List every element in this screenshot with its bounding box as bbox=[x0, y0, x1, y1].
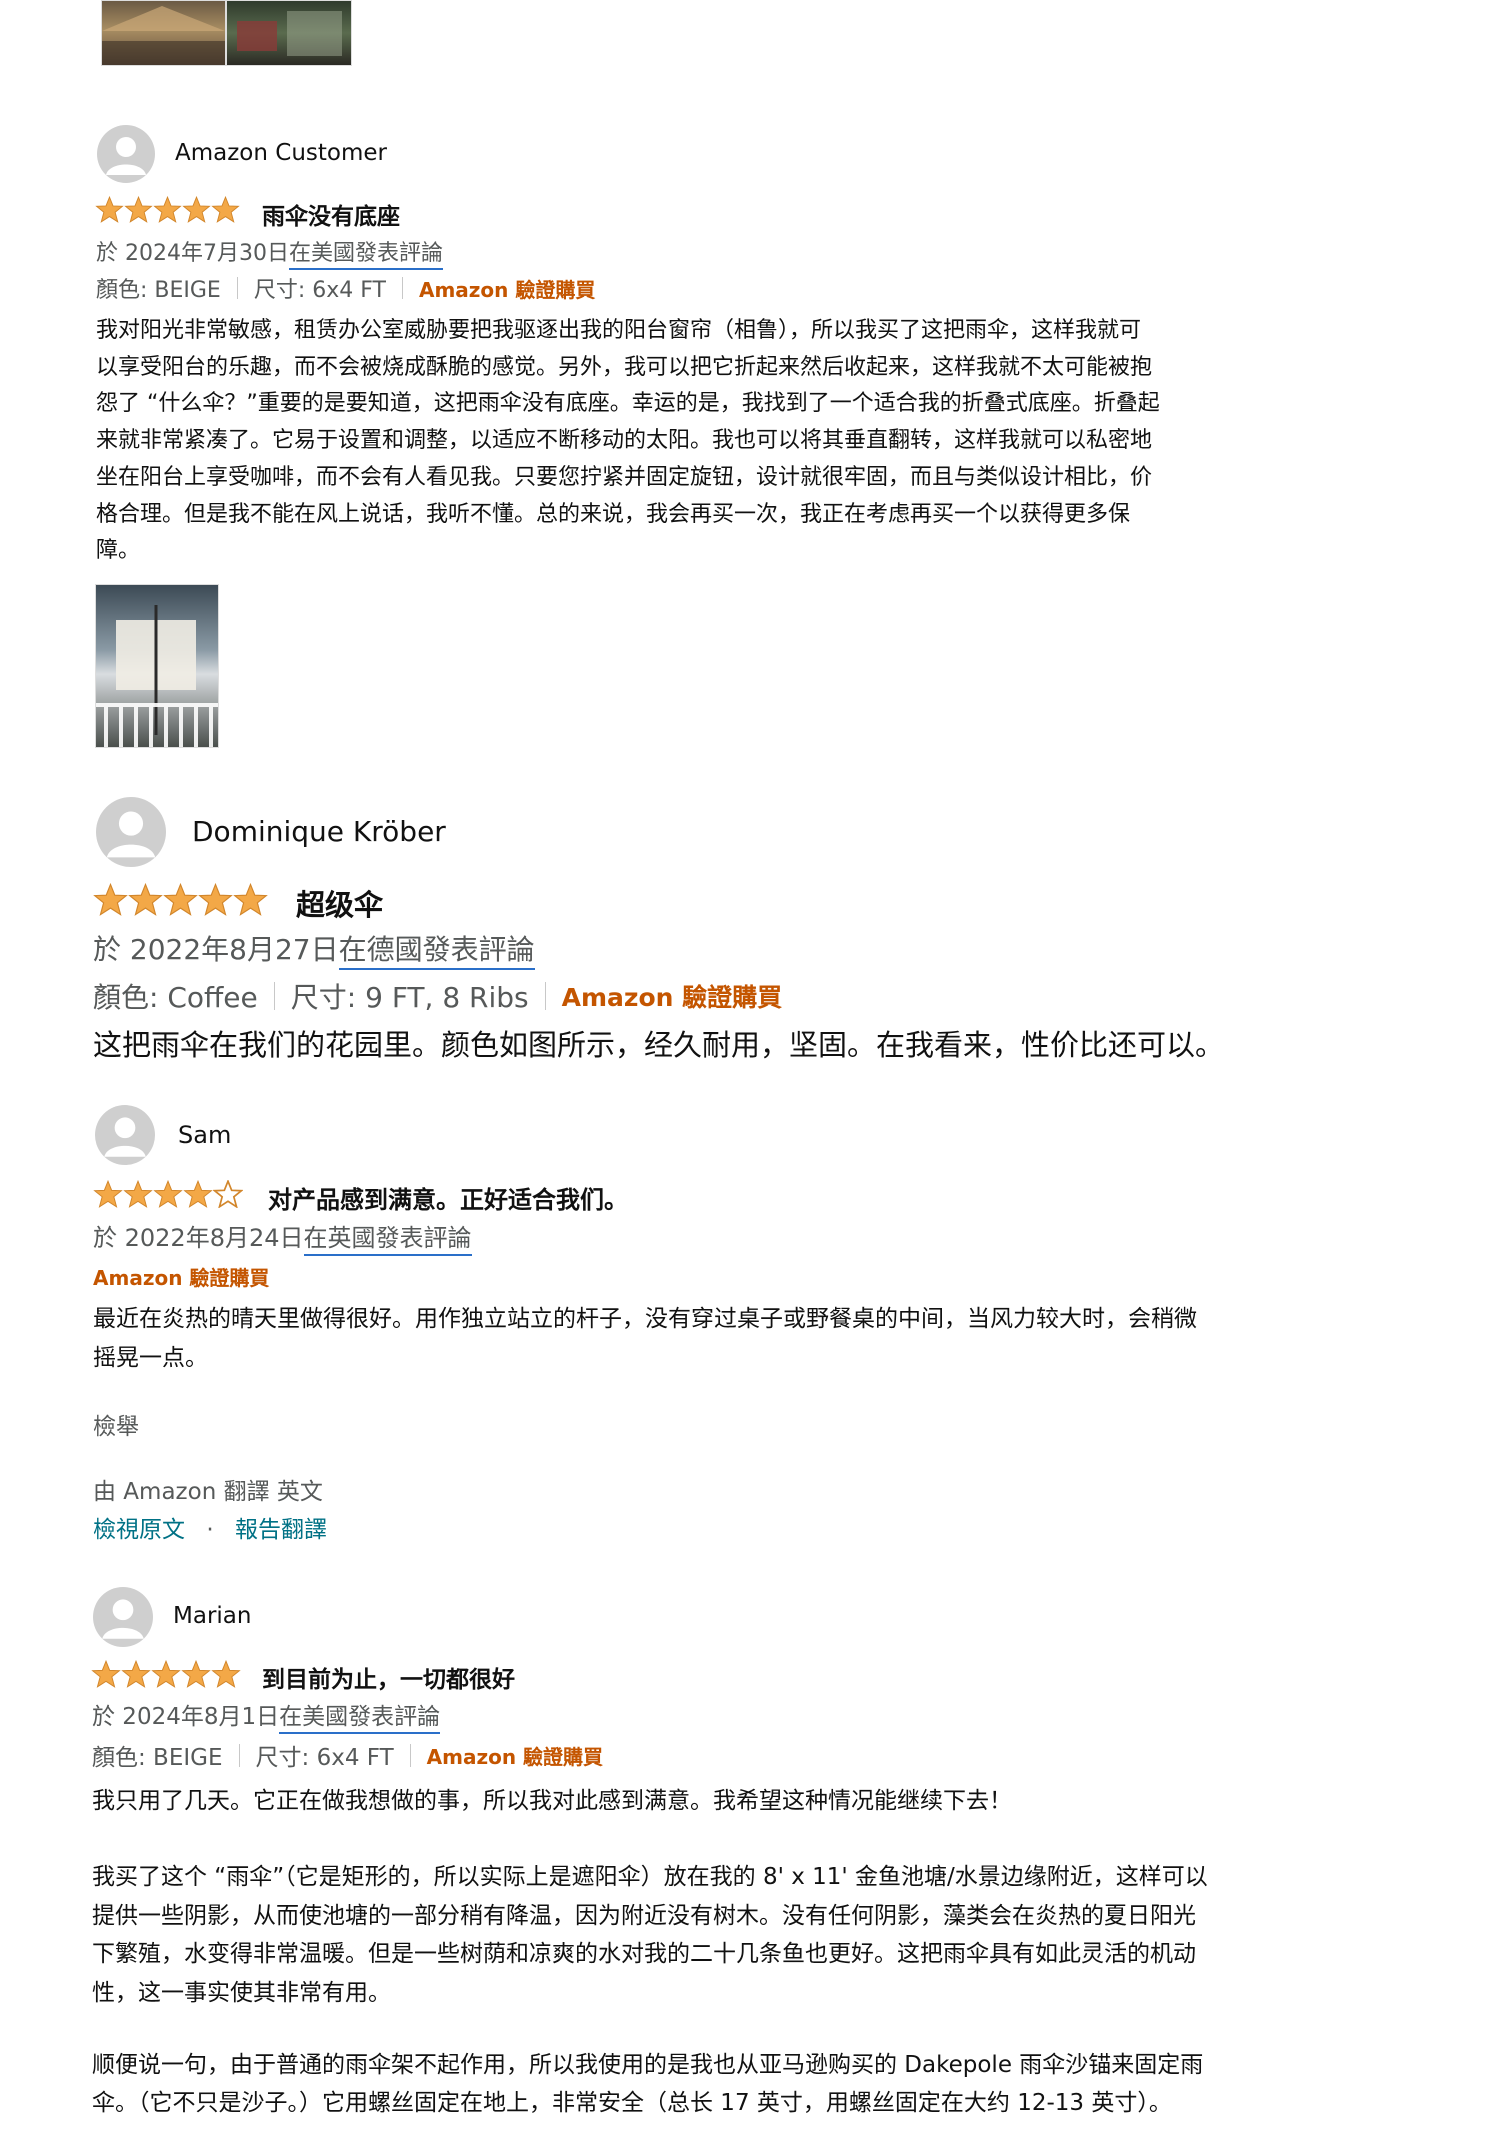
divider bbox=[544, 982, 546, 1010]
review-date-text: 於 2022年8月24日 bbox=[93, 1224, 304, 1252]
star-icon bbox=[124, 196, 153, 223]
verified-purchase-badge: Amazon 驗證購買 bbox=[561, 983, 783, 1012]
review-photo-thumbnail[interactable] bbox=[95, 584, 219, 748]
review-date-text: 於 2024年8月1日 bbox=[92, 1704, 280, 1730]
star-icon bbox=[183, 1180, 213, 1208]
star-icon bbox=[211, 196, 240, 223]
translation-links: 檢視原文 · 報告翻譯 bbox=[93, 1510, 327, 1544]
user-icon bbox=[102, 1599, 144, 1639]
reviewer-name[interactable]: Marian bbox=[173, 1603, 251, 1629]
review-variant-info: 顏色: Coffee 尺寸: 9 FT, 8 Ribs Amazon 驗證購買 bbox=[93, 976, 782, 1016]
review-headline[interactable]: 超级伞 bbox=[296, 882, 383, 924]
separator-dot: · bbox=[206, 1517, 214, 1543]
review-variant-info: 顏色: BEIGE 尺寸: 6x4 FT Amazon 驗證購買 bbox=[96, 272, 595, 304]
star-icon bbox=[153, 196, 182, 223]
star-icon bbox=[233, 883, 268, 916]
star-icon bbox=[198, 883, 233, 916]
verified-purchase-badge: Amazon 驗證購買 bbox=[418, 277, 596, 302]
variant-size[interactable]: 尺寸: 6x4 FT bbox=[256, 1738, 394, 1772]
star-icon bbox=[151, 1660, 181, 1688]
review-body-paragraph: 我买了这个 “雨伞”（它是矩形的，所以实际上是遮阳伞）放在我的 8' x 11'… bbox=[92, 1864, 1208, 2006]
review-body-paragraph: 顺便说一句，由于普通的雨伞架不起作用，所以我使用的是我也从亚马逊购买的 Dake… bbox=[92, 2052, 1204, 2116]
user-icon bbox=[106, 137, 146, 175]
star-rating bbox=[91, 1660, 241, 1688]
review-date-text: 於 2024年7月30日 bbox=[96, 241, 289, 266]
divider bbox=[409, 1743, 411, 1767]
review-date: 於 2022年8月27日在德國發表評論 bbox=[93, 928, 535, 970]
star-rating bbox=[93, 1180, 243, 1208]
variant-size[interactable]: 尺寸: 6x4 FT bbox=[254, 272, 386, 304]
verified-purchase-badge: Amazon 驗證購買 bbox=[93, 1266, 270, 1290]
review-headline[interactable]: 雨伞没有底座 bbox=[262, 197, 400, 231]
variant-color[interactable]: 顏色: BEIGE bbox=[96, 272, 221, 304]
divider bbox=[401, 277, 403, 299]
review-headline[interactable]: 到目前为止，一切都很好 bbox=[262, 1660, 515, 1694]
review-date: 於 2022年8月24日在英國發表評論 bbox=[93, 1218, 472, 1256]
divider bbox=[238, 1743, 240, 1767]
reviewer-name[interactable]: Sam bbox=[178, 1121, 231, 1149]
review-variant-info: 顏色: BEIGE 尺寸: 6x4 FT Amazon 驗證購買 bbox=[92, 1738, 603, 1772]
review-date-text: 於 2022年8月27日 bbox=[93, 933, 339, 966]
user-icon bbox=[104, 1117, 146, 1157]
star-rating bbox=[95, 196, 240, 223]
review-location: 在美國發表評論 bbox=[279, 1704, 441, 1734]
star-icon bbox=[91, 1660, 121, 1688]
review-location: 在英國發表評論 bbox=[303, 1224, 472, 1256]
review-body: 这把雨伞在我们的花园里。颜色如图所示，经久耐用，坚固。在我看来，性价比还可以。 bbox=[93, 1028, 1225, 1062]
star-icon bbox=[153, 1180, 183, 1208]
star-icon bbox=[123, 1180, 153, 1208]
variant-size[interactable]: 尺寸: 9 FT, 8 Ribs bbox=[291, 976, 529, 1016]
translation-note: 由 Amazon 翻譯 英文 bbox=[93, 1479, 323, 1505]
review-location: 在德國發表評論 bbox=[338, 933, 535, 970]
variant-color[interactable]: 顏色: Coffee bbox=[93, 976, 258, 1016]
avatar[interactable] bbox=[96, 797, 166, 867]
review-date: 於 2024年8月1日在美國發表評論 bbox=[92, 1697, 441, 1734]
reviewer-name[interactable]: Amazon Customer bbox=[175, 140, 387, 166]
variant-color[interactable]: 顏色: BEIGE bbox=[92, 1738, 223, 1772]
verified-purchase-badge: Amazon 驗證購買 bbox=[426, 1744, 604, 1769]
review-body-paragraph: 我只用了几天。它正在做我想做的事，所以我对此感到满意。我希望这种情况能继续下去！ bbox=[92, 1788, 1012, 1814]
divider bbox=[273, 982, 275, 1010]
star-icon bbox=[182, 196, 211, 223]
user-icon bbox=[106, 811, 156, 858]
star-icon bbox=[93, 1180, 123, 1208]
review-photo-thumbnail[interactable] bbox=[226, 0, 352, 66]
star-icon bbox=[128, 883, 163, 916]
star-icon bbox=[121, 1660, 151, 1688]
star-rating bbox=[93, 883, 268, 916]
review-body: 我对阳光非常敏感，租赁办公室威胁要把我驱逐出我的阳台窗帘（相鲁），所以我买了这把… bbox=[96, 318, 1160, 564]
star-empty-icon bbox=[213, 1180, 243, 1208]
report-link[interactable]: 檢舉 bbox=[93, 1407, 139, 1441]
star-icon bbox=[95, 196, 124, 223]
view-original-link[interactable]: 檢視原文 bbox=[93, 1517, 185, 1543]
star-icon bbox=[163, 883, 198, 916]
review-headline[interactable]: 对产品感到满意。正好适合我们。 bbox=[268, 1180, 628, 1215]
divider bbox=[236, 277, 238, 299]
star-icon bbox=[211, 1660, 241, 1688]
avatar[interactable] bbox=[93, 1587, 153, 1647]
review-location: 在美國發表評論 bbox=[288, 241, 443, 270]
review-photo-thumbnail[interactable] bbox=[101, 0, 226, 66]
reviewer-name[interactable]: Dominique Kröber bbox=[192, 815, 446, 848]
review-date: 於 2024年7月30日在美國發表評論 bbox=[96, 235, 443, 270]
review-body: 最近在炎热的晴天里做得很好。用作独立站立的杆子，没有穿过桌子或野餐桌的中间，当风… bbox=[93, 1306, 1197, 1371]
report-translation-link[interactable]: 報告翻譯 bbox=[235, 1517, 327, 1543]
star-icon bbox=[93, 883, 128, 916]
avatar[interactable] bbox=[95, 1105, 155, 1165]
avatar[interactable] bbox=[97, 125, 155, 183]
star-icon bbox=[181, 1660, 211, 1688]
